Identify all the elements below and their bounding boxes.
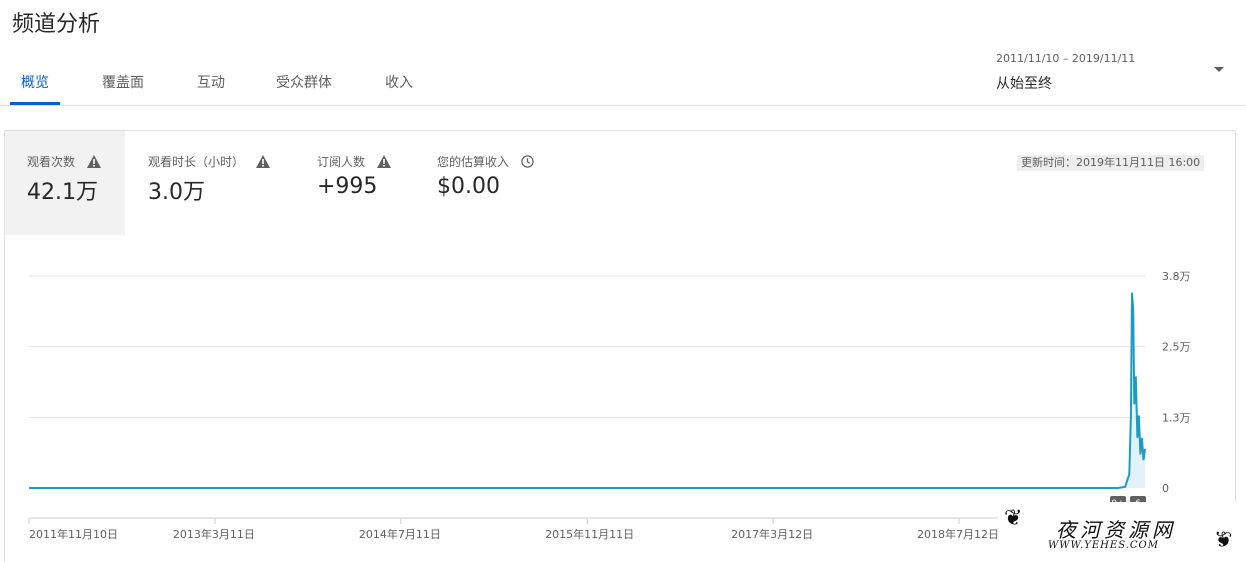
x-tick-label: 2018年7月12日: [917, 527, 999, 541]
active-tab-indicator: [10, 102, 60, 105]
date-range-dates: 2011/11/10 – 2019/11/11: [996, 52, 1136, 65]
dropdown-arrow-icon: [1214, 67, 1224, 72]
tab-audience[interactable]: 受众群体: [276, 72, 332, 92]
views-line-chart: 0 1.3万 2.5万 3.8万 2011年11月10日 2013年3月11日 2014年7…: [28, 270, 1191, 541]
date-range-label: 从始至终: [996, 76, 1052, 92]
series-area: [29, 292, 1145, 488]
y-tick-label: 2.5万: [1162, 341, 1191, 354]
date-range-picker[interactable]: 2011/11/10 – 2019/11/11 从始至终: [996, 50, 1236, 94]
y-tick-label: 0: [1162, 482, 1169, 495]
x-tick-label: 2014年7月11日: [359, 527, 441, 541]
tab-reach[interactable]: 覆盖面: [102, 72, 144, 92]
y-tick-label: 3.8万: [1162, 270, 1191, 283]
y-tick-label: 1.3万: [1162, 411, 1191, 424]
page-title: 频道分析: [12, 12, 101, 37]
tab-overview[interactable]: 概览: [21, 72, 49, 92]
swirl-ornament-icon: ❦: [1004, 506, 1023, 531]
x-tick-label: 2013年3月11日: [173, 527, 255, 541]
tab-engagement[interactable]: 互动: [197, 72, 225, 92]
watermark-url: WWW.YEHES.COM: [1048, 540, 1159, 551]
series-line: [29, 292, 1146, 489]
x-tick-label: 2015年11月11日: [545, 527, 634, 541]
x-tick-label: 2011年11月10日: [29, 527, 118, 541]
tab-revenue[interactable]: 收入: [385, 72, 413, 92]
analytics-card: 观看次数 42.1万 观看时长（小时） 3.0万 订阅人数 +995 您的估算收…: [4, 130, 1236, 562]
swirl-ornament-icon: ❦: [1214, 528, 1233, 553]
x-tick-label: 2017年3月12日: [731, 527, 813, 541]
watermark: ❦ ❦ 夜河资源网 WWW.YEHES.COM: [998, 502, 1246, 562]
watermark-text: 夜河资源网: [1056, 518, 1176, 542]
